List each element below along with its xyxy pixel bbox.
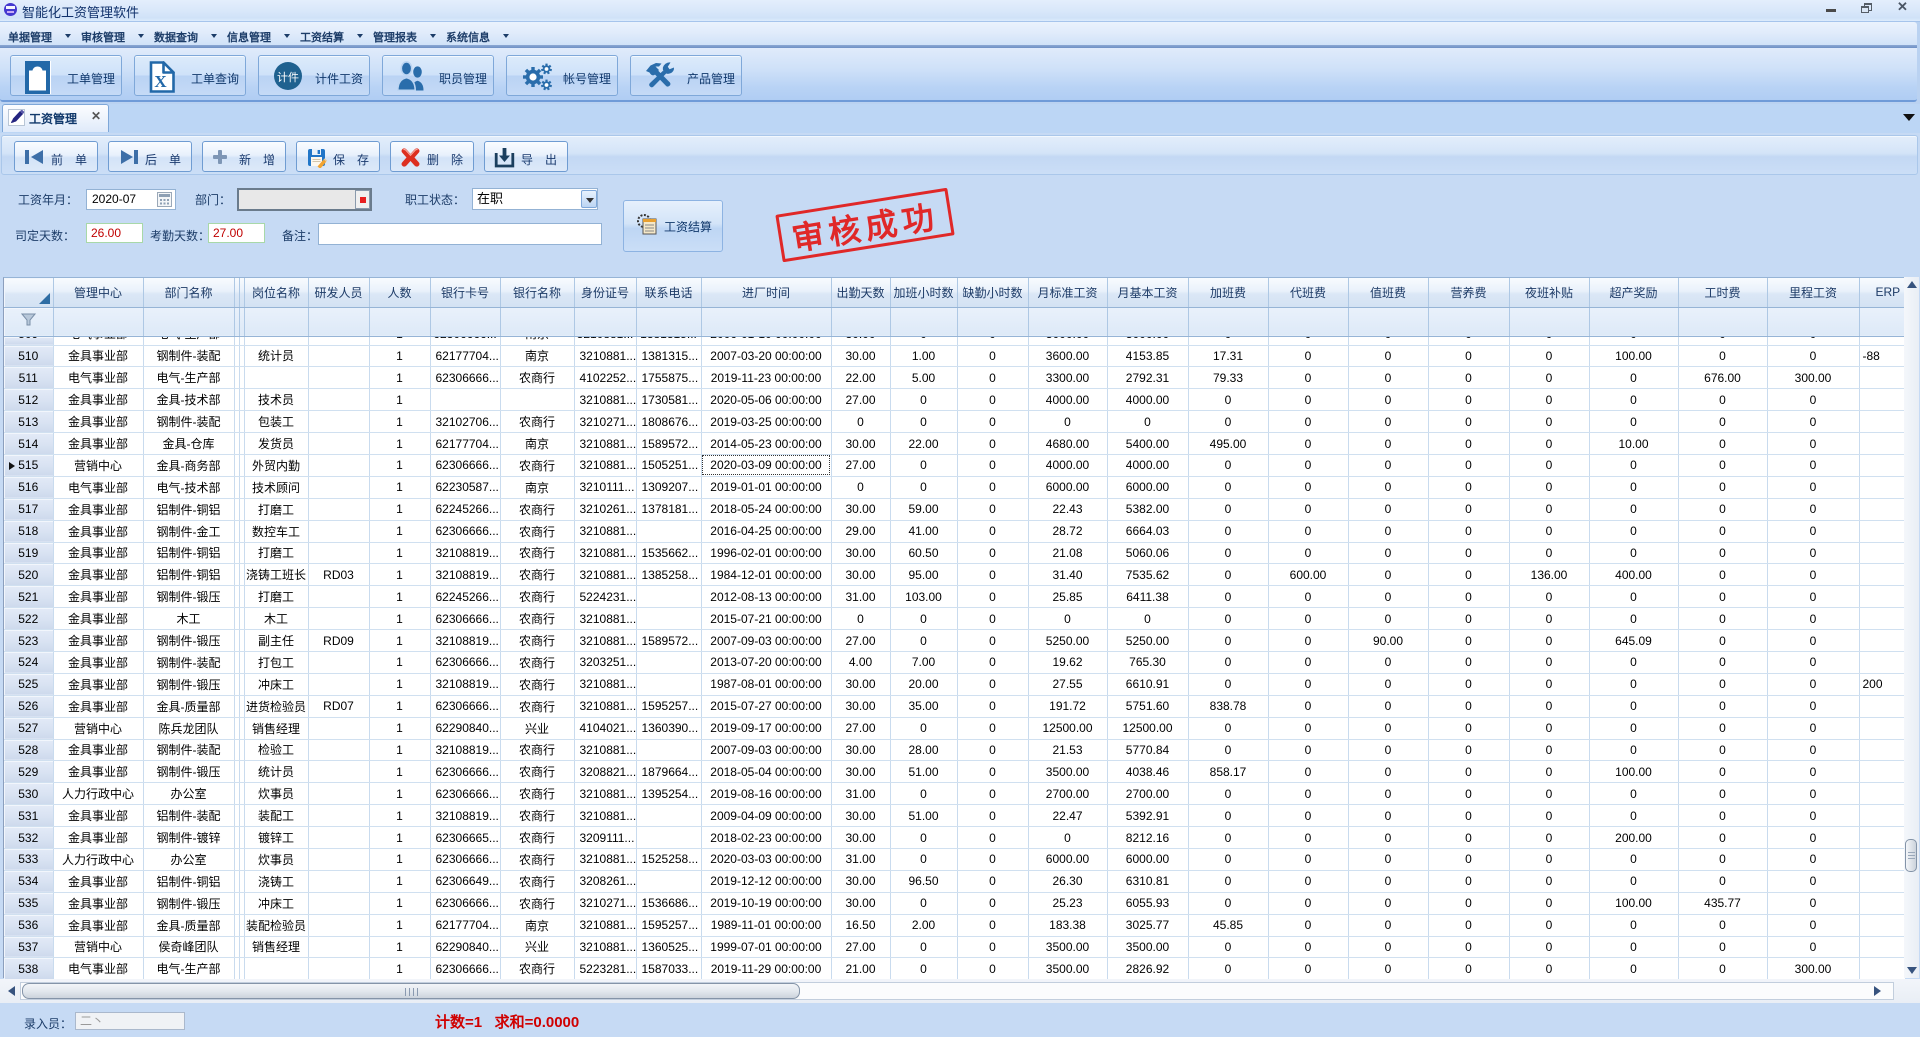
svg-text:计件: 计件 [277,71,299,84]
svg-text:X: X [154,72,167,91]
